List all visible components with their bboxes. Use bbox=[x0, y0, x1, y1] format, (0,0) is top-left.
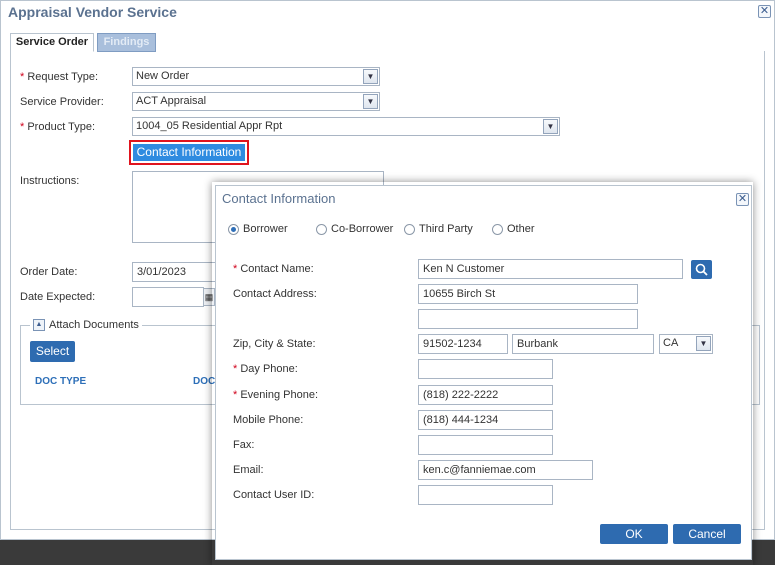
day-phone-label: * Day Phone: bbox=[233, 363, 298, 375]
radio-other[interactable]: Other bbox=[492, 223, 535, 235]
service-provider-select[interactable]: ACT Appraisal ▼ bbox=[132, 92, 380, 111]
radio-unselected-icon bbox=[404, 223, 415, 235]
contact-address-line2-input[interactable] bbox=[418, 309, 638, 329]
email-input[interactable]: ken.c@fanniemae.com bbox=[418, 460, 593, 480]
chevron-down-icon: ▼ bbox=[363, 94, 378, 109]
email-label: Email: bbox=[233, 464, 264, 476]
close-icon[interactable]: ✕ bbox=[758, 5, 771, 18]
contact-information-button[interactable]: Contact Information bbox=[133, 144, 245, 161]
radio-selected-icon bbox=[228, 223, 239, 235]
radio-borrower[interactable]: Borrower bbox=[228, 223, 288, 235]
zip-input[interactable]: 91502-1234 bbox=[418, 334, 508, 354]
select-documents-button[interactable]: Select bbox=[30, 341, 75, 362]
city-input[interactable]: Burbank bbox=[512, 334, 654, 354]
contact-user-id-label: Contact User ID: bbox=[233, 489, 315, 501]
close-icon[interactable]: ✕ bbox=[736, 193, 749, 206]
ok-button[interactable]: OK bbox=[600, 524, 668, 544]
attach-documents-legend: ▲ Attach Documents bbox=[30, 319, 142, 331]
fax-input[interactable] bbox=[418, 435, 553, 455]
evening-phone-label: * Evening Phone: bbox=[233, 389, 319, 401]
order-date-label: Order Date: bbox=[20, 266, 78, 278]
mobile-phone-input[interactable]: (818) 444-1234 bbox=[418, 410, 553, 430]
radio-co-borrower[interactable]: Co-Borrower bbox=[316, 223, 393, 235]
fax-label: Fax: bbox=[233, 439, 255, 451]
request-type-select[interactable]: New Order ▼ bbox=[132, 67, 380, 86]
contact-name-label: * Contact Name: bbox=[233, 263, 314, 275]
radio-unselected-icon bbox=[316, 223, 327, 235]
modal-title: Contact Information bbox=[222, 191, 336, 206]
tab-findings[interactable]: Findings bbox=[97, 33, 156, 52]
collapse-up-icon[interactable]: ▲ bbox=[33, 319, 45, 331]
evening-phone-input[interactable]: (818) 222-2222 bbox=[418, 385, 553, 405]
contact-name-input[interactable]: Ken N Customer bbox=[418, 259, 683, 279]
day-phone-input[interactable] bbox=[418, 359, 553, 379]
radio-unselected-icon bbox=[492, 223, 503, 235]
radio-third-party[interactable]: Third Party bbox=[404, 223, 473, 235]
order-date-input[interactable]: 3/01/2023 bbox=[132, 262, 222, 282]
cancel-button[interactable]: Cancel bbox=[673, 524, 741, 544]
date-expected-label: Date Expected: bbox=[20, 291, 96, 303]
search-icon[interactable] bbox=[691, 260, 712, 279]
zip-city-state-label: Zip, City & State: bbox=[233, 338, 316, 350]
mobile-phone-label: Mobile Phone: bbox=[233, 414, 304, 426]
contact-user-id-input[interactable] bbox=[418, 485, 553, 505]
contact-address-line1-input[interactable]: 10655 Birch St bbox=[418, 284, 638, 304]
state-select[interactable]: CA ▼ bbox=[659, 334, 713, 354]
request-type-label: * Request Type: bbox=[20, 71, 99, 83]
contact-info-highlight: Contact Information bbox=[129, 140, 249, 165]
instructions-label: Instructions: bbox=[20, 175, 80, 187]
date-expected-input[interactable] bbox=[132, 287, 204, 307]
chevron-down-icon: ▼ bbox=[363, 69, 378, 84]
tab-service-order[interactable]: Service Order bbox=[10, 33, 94, 52]
product-type-select[interactable]: 1004_05 Residential Appr Rpt ▼ bbox=[132, 117, 560, 136]
product-type-label: * Product Type: bbox=[20, 121, 96, 133]
chevron-down-icon: ▼ bbox=[696, 336, 711, 351]
window-title: Appraisal Vendor Service bbox=[8, 4, 177, 20]
service-provider-label: Service Provider: bbox=[20, 96, 104, 108]
chevron-down-icon: ▼ bbox=[543, 119, 558, 134]
contact-address-label: Contact Address: bbox=[233, 288, 317, 300]
column-header-doc-type[interactable]: DOC TYPE bbox=[35, 376, 86, 387]
